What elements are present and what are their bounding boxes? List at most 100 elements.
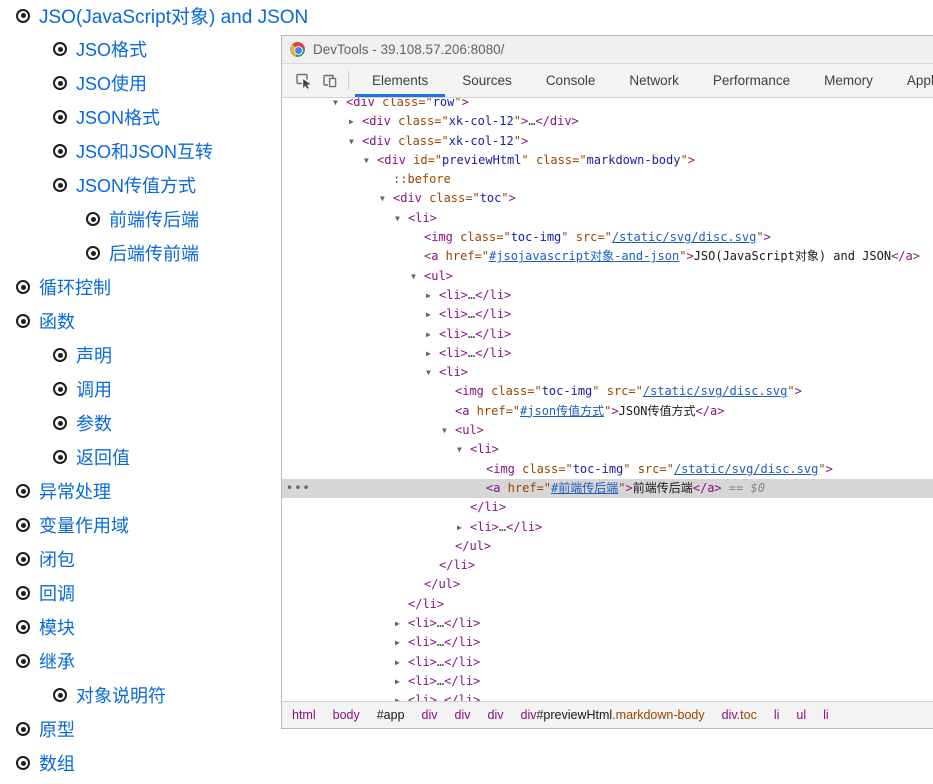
breadcrumb-item[interactable]: div (455, 708, 471, 722)
collapse-arrow-icon[interactable]: ▼ (364, 151, 377, 170)
expand-arrow-icon[interactable]: ▶ (395, 633, 408, 652)
tree-row[interactable]: <img class="toc-img" src="/static/svg/di… (282, 382, 933, 401)
toc-item[interactable]: 前端传后端 (86, 206, 199, 232)
collapse-arrow-icon[interactable]: ▼ (333, 98, 346, 112)
toc-link[interactable]: 数组 (39, 750, 75, 776)
tree-row[interactable]: ▶<div class="xk-col-12">…</div> (282, 112, 933, 131)
toc-link[interactable]: 变量作用域 (39, 512, 129, 538)
tree-row[interactable]: ▼<ul> (282, 267, 933, 286)
tree-row[interactable]: ▼<div class="toc"> (282, 189, 933, 208)
tree-row[interactable]: </li> (282, 498, 933, 517)
breadcrumb-item[interactable]: li (823, 708, 829, 722)
expand-arrow-icon[interactable]: ▶ (395, 672, 408, 691)
toc-item[interactable]: 循环控制 (16, 274, 111, 300)
toc-item[interactable]: 继承 (16, 648, 75, 674)
toc-link[interactable]: 模块 (39, 614, 75, 640)
tree-row[interactable]: ▼<li> (282, 363, 933, 382)
tree-row[interactable]: </ul> (282, 537, 933, 556)
toc-link[interactable]: JSO使用 (76, 70, 147, 96)
toc-link[interactable]: 调用 (76, 376, 112, 402)
toc-item[interactable]: 对象说明符 (53, 682, 166, 708)
tree-row[interactable]: ▶<li>…</li> (282, 305, 933, 324)
code-token-link[interactable]: #jsojavascript对象-and-json (489, 249, 679, 263)
tree-row[interactable]: ▶<li>…</li> (282, 286, 933, 305)
toc-link[interactable]: 原型 (39, 716, 75, 742)
toc-item[interactable]: 变量作用域 (16, 512, 129, 538)
toc-item[interactable]: 函数 (16, 308, 75, 334)
tab-memory[interactable]: Memory (807, 64, 890, 97)
tree-row[interactable]: ▼<li> (282, 440, 933, 459)
expand-arrow-icon[interactable]: ▶ (426, 305, 439, 324)
code-token-link[interactable]: #json传值方式 (520, 404, 604, 418)
tree-row[interactable]: ▶<li>…</li> (282, 653, 933, 672)
code-token-link[interactable]: /static/svg/disc.svg (643, 384, 788, 398)
collapse-arrow-icon[interactable]: ▼ (349, 132, 362, 151)
elements-tree[interactable]: ▼<div class="row">▶<div class="xk-col-12… (282, 98, 933, 701)
breadcrumb-item[interactable]: div (488, 708, 504, 722)
collapse-arrow-icon[interactable]: ▼ (411, 267, 424, 286)
tree-row[interactable]: ::before (282, 170, 933, 189)
breadcrumb-item[interactable]: html (292, 708, 316, 722)
tree-row[interactable]: ▼<div class="row"> (282, 98, 933, 112)
toc-link[interactable]: 返回值 (76, 444, 130, 470)
toc-link[interactable]: 前端传后端 (109, 206, 199, 232)
tree-row[interactable]: ▼<li> (282, 209, 933, 228)
toc-link[interactable]: 参数 (76, 410, 112, 436)
expand-arrow-icon[interactable]: ▶ (395, 653, 408, 672)
expand-arrow-icon[interactable]: ▶ (457, 518, 470, 537)
toc-link[interactable]: JSO格式 (76, 36, 147, 62)
collapse-arrow-icon[interactable]: ▼ (426, 363, 439, 382)
expand-arrow-icon[interactable]: ▶ (426, 286, 439, 305)
toc-link[interactable]: 继承 (39, 648, 75, 674)
toc-item[interactable]: 数组 (16, 750, 75, 776)
toc-link[interactable]: 后端传前端 (109, 240, 199, 266)
collapse-arrow-icon[interactable]: ▼ (395, 209, 408, 228)
code-token-link[interactable]: #前端传后端 (551, 481, 618, 495)
breadcrumb-item[interactable]: #app (377, 708, 405, 722)
expand-arrow-icon[interactable]: ▶ (426, 325, 439, 344)
toc-link[interactable]: 闭包 (39, 546, 75, 572)
inspect-icon[interactable] (290, 64, 316, 97)
toc-link[interactable]: 函数 (39, 308, 75, 334)
breadcrumb-item[interactable]: div (422, 708, 438, 722)
tree-row[interactable]: ▶<li>…</li> (282, 691, 933, 701)
toc-item[interactable]: JSO格式 (53, 36, 147, 62)
tree-row-selected[interactable]: •••<a href="#前端传后端">前端传后端</a> == $0 (282, 479, 933, 498)
devtools-titlebar[interactable]: DevTools - 39.108.57.206:8080/ (282, 36, 933, 64)
toc-item[interactable]: 异常处理 (16, 478, 111, 504)
expand-arrow-icon[interactable]: ▶ (395, 691, 408, 701)
tab-sources[interactable]: Sources (445, 64, 529, 97)
breadcrumb-item[interactable]: div#previewHtml.markdown-body (521, 708, 705, 722)
breadcrumb-item[interactable]: ul (796, 708, 806, 722)
toc-item[interactable]: 参数 (53, 410, 112, 436)
tab-console[interactable]: Console (529, 64, 613, 97)
collapse-arrow-icon[interactable]: ▼ (380, 189, 393, 208)
toc-item[interactable]: 回调 (16, 580, 75, 606)
tree-row[interactable]: <img class="toc-img" src="/static/svg/di… (282, 228, 933, 247)
tree-row[interactable]: </li> (282, 556, 933, 575)
tree-row[interactable]: <a href="#jsojavascript对象-and-json">JSO(… (282, 247, 933, 266)
tab-network[interactable]: Network (612, 64, 696, 97)
toc-item[interactable]: 闭包 (16, 546, 75, 572)
collapse-arrow-icon[interactable]: ▼ (442, 421, 455, 440)
tab-elements[interactable]: Elements (355, 64, 445, 97)
toc-item[interactable]: 后端传前端 (86, 240, 199, 266)
tree-row[interactable]: ▼<ul> (282, 421, 933, 440)
tab-performance[interactable]: Performance (696, 64, 807, 97)
toc-link[interactable]: JSON格式 (76, 104, 160, 130)
device-toolbar-icon[interactable] (316, 64, 342, 97)
tree-row[interactable]: ▶<li>…</li> (282, 672, 933, 691)
toc-item[interactable]: 调用 (53, 376, 112, 402)
toc-item[interactable]: 模块 (16, 614, 75, 640)
toc-link[interactable]: 循环控制 (39, 274, 111, 300)
tree-row[interactable]: </li> (282, 595, 933, 614)
tree-row[interactable]: ▶<li>…</li> (282, 344, 933, 363)
toc-link[interactable]: JSON传值方式 (76, 172, 196, 198)
toc-link[interactable]: 对象说明符 (76, 682, 166, 708)
breadcrumb-item[interactable]: body (333, 708, 360, 722)
tree-row[interactable]: ▼<div class="xk-col-12"> (282, 132, 933, 151)
tab-application[interactable]: Application (890, 64, 933, 97)
toc-item[interactable]: 原型 (16, 716, 75, 742)
toc-item[interactable]: JSON传值方式 (53, 172, 196, 198)
toc-item[interactable]: 声明 (53, 342, 112, 368)
